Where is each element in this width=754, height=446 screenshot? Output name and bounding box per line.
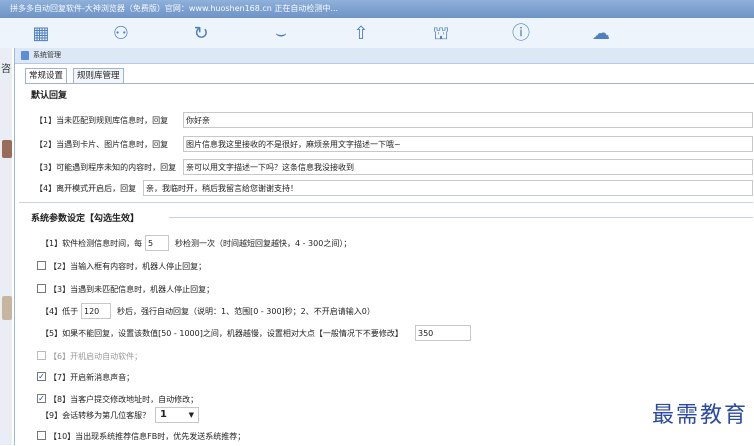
main-toolbar: ▦ ⚇ ↻ ⌣ ⇧ ⛫ ⓘ ☁ [0, 18, 754, 48]
speed-label: 【5】如果不能回复，设置该数值[50 - 1000]之间，机器越慢，设置相对大点… [41, 329, 403, 338]
reply-label: 【3】可能遇到程序未知的内容时，回复 [35, 163, 177, 172]
tab-divider [25, 83, 754, 84]
transfer-select-value: 1 [160, 409, 167, 420]
param-row-speed: 【5】如果不能回复，设置该数值[50 - 1000]之间，机器越慢，设置相对大点… [41, 325, 751, 343]
system-dialog: 系统管理 常规设置 规则库管理 默认回复 【1】当未匹配到规则库信息时，回复 【… [14, 48, 754, 445]
force-reply-suffix: 秒后，强行自动回复（说明：1、范围[0 - 300]秒；2、不开启请输入0） [117, 307, 375, 316]
section-divider [169, 217, 753, 218]
param-row-unmatched-stop: 【3】当遇到未匹配信息时，机器人停止回复； [37, 281, 737, 299]
param-row-interval: 【1】软件检测信息时间，每 秒检测一次（时间越短回复越快，4 - 300之间）； [41, 235, 741, 253]
speed-input[interactable] [415, 325, 471, 341]
cloud-icon[interactable]: ☁ [588, 21, 614, 47]
unmatched-stop-checkbox[interactable] [37, 284, 46, 293]
dialog-titlebar: 系统管理 [15, 48, 754, 64]
system-params-heading: 系统参数设定【勾选生效】 [31, 214, 140, 224]
user-icon[interactable]: ⚇ [108, 21, 134, 47]
section-divider [19, 202, 753, 203]
interval-label: 【1】软件检测信息时间，每 [41, 239, 143, 248]
reply-row: 【4】离开模式开启后，回复 [35, 180, 753, 198]
cart-icon[interactable]: ⛫ [428, 21, 454, 47]
transfer-select[interactable]: 1 ▼ [155, 407, 199, 423]
input-stop-label: 【2】当输入框有内容时，机器人停止回复； [49, 262, 207, 271]
avatar[interactable] [2, 140, 12, 158]
reply-label: 【1】当未匹配到规则库信息时，回复 [35, 116, 169, 125]
transfer-label: 【9】会话转移为第几位客服？ [41, 411, 151, 420]
param-row-sound: ✓ 【7】开启新消息声音； [37, 369, 737, 387]
dialog-title: 系统管理 [33, 51, 61, 59]
autostart-label: 【6】开机启动自动软件； [49, 352, 143, 361]
reply-input[interactable] [183, 159, 753, 175]
reply-row: 【3】可能遇到程序未知的内容时，回复 [35, 159, 753, 177]
reply-label: 【4】离开模式开启后，回复 [35, 184, 137, 193]
reply-row: 【1】当未匹配到规则库信息时，回复 [35, 112, 753, 130]
default-reply-heading: 默认回复 [31, 91, 68, 101]
tab-general[interactable]: 常规设置 [25, 68, 68, 84]
app-title: 拼多多自动回复软件-大神浏览器（免费版）官网：www.huoshen168.cn… [10, 4, 339, 13]
dialog-icon [21, 51, 29, 60]
upload-icon[interactable]: ⇧ [348, 21, 374, 47]
address-label: 【8】当客户提交修改地址时，自动修改； [49, 395, 199, 404]
avatar[interactable] [2, 296, 12, 320]
param-row-recommend: 【10】当出现系统推荐信息FB时，优先发送系统推荐； [37, 428, 737, 446]
reply-input[interactable] [183, 112, 753, 128]
autostart-checkbox[interactable] [37, 351, 46, 360]
param-row-autostart: 【6】开机启动自动软件； [37, 348, 737, 366]
unmatched-stop-label: 【3】当遇到未匹配信息时，机器人停止回复； [49, 285, 215, 294]
recommend-checkbox[interactable] [37, 431, 46, 440]
help-icon[interactable]: ⓘ [508, 21, 534, 47]
param-row-force-reply: 【4】低于 秒后，强行自动回复（说明：1、范围[0 - 300]秒；2、不开启请… [41, 303, 741, 321]
reply-input[interactable] [143, 180, 753, 196]
eye-icon[interactable]: ⌣ [268, 21, 294, 47]
left-panel-label: 咨 [1, 64, 11, 75]
input-stop-checkbox[interactable] [37, 261, 46, 270]
sound-label: 【7】开启新消息声音； [49, 373, 135, 382]
param-row-input-stop: 【2】当输入框有内容时，机器人停止回复； [37, 258, 737, 276]
sound-checkbox[interactable]: ✓ [37, 372, 46, 381]
force-reply-input[interactable] [81, 303, 111, 319]
chevron-down-icon: ▼ [188, 411, 194, 419]
reply-label: 【2】当遇到卡片、图片信息时，回复 [35, 140, 169, 149]
refresh-icon[interactable]: ↻ [188, 21, 214, 47]
reply-input[interactable] [183, 136, 753, 152]
force-reply-label: 【4】低于 [41, 307, 79, 316]
address-checkbox[interactable]: ✓ [37, 394, 46, 403]
left-panel: 咨 [0, 48, 12, 445]
tab-rules[interactable]: 规则库管理 [73, 68, 124, 84]
param-row-transfer: 【9】会话转移为第几位客服？ 1 ▼ [41, 407, 741, 425]
watermark: 最需教育 [651, 403, 748, 428]
interval-input[interactable] [145, 235, 169, 251]
reply-row: 【2】当遇到卡片、图片信息时，回复 [35, 136, 753, 154]
recommend-label: 【10】当出现系统推荐信息FB时，优先发送系统推荐； [49, 432, 246, 441]
interval-suffix: 秒检测一次（时间越短回复越快，4 - 300之间）； [175, 239, 352, 248]
grid-icon[interactable]: ▦ [28, 21, 54, 47]
app-titlebar: 拼多多自动回复软件-大神浏览器（免费版）官网：www.huoshen168.cn… [0, 0, 754, 18]
